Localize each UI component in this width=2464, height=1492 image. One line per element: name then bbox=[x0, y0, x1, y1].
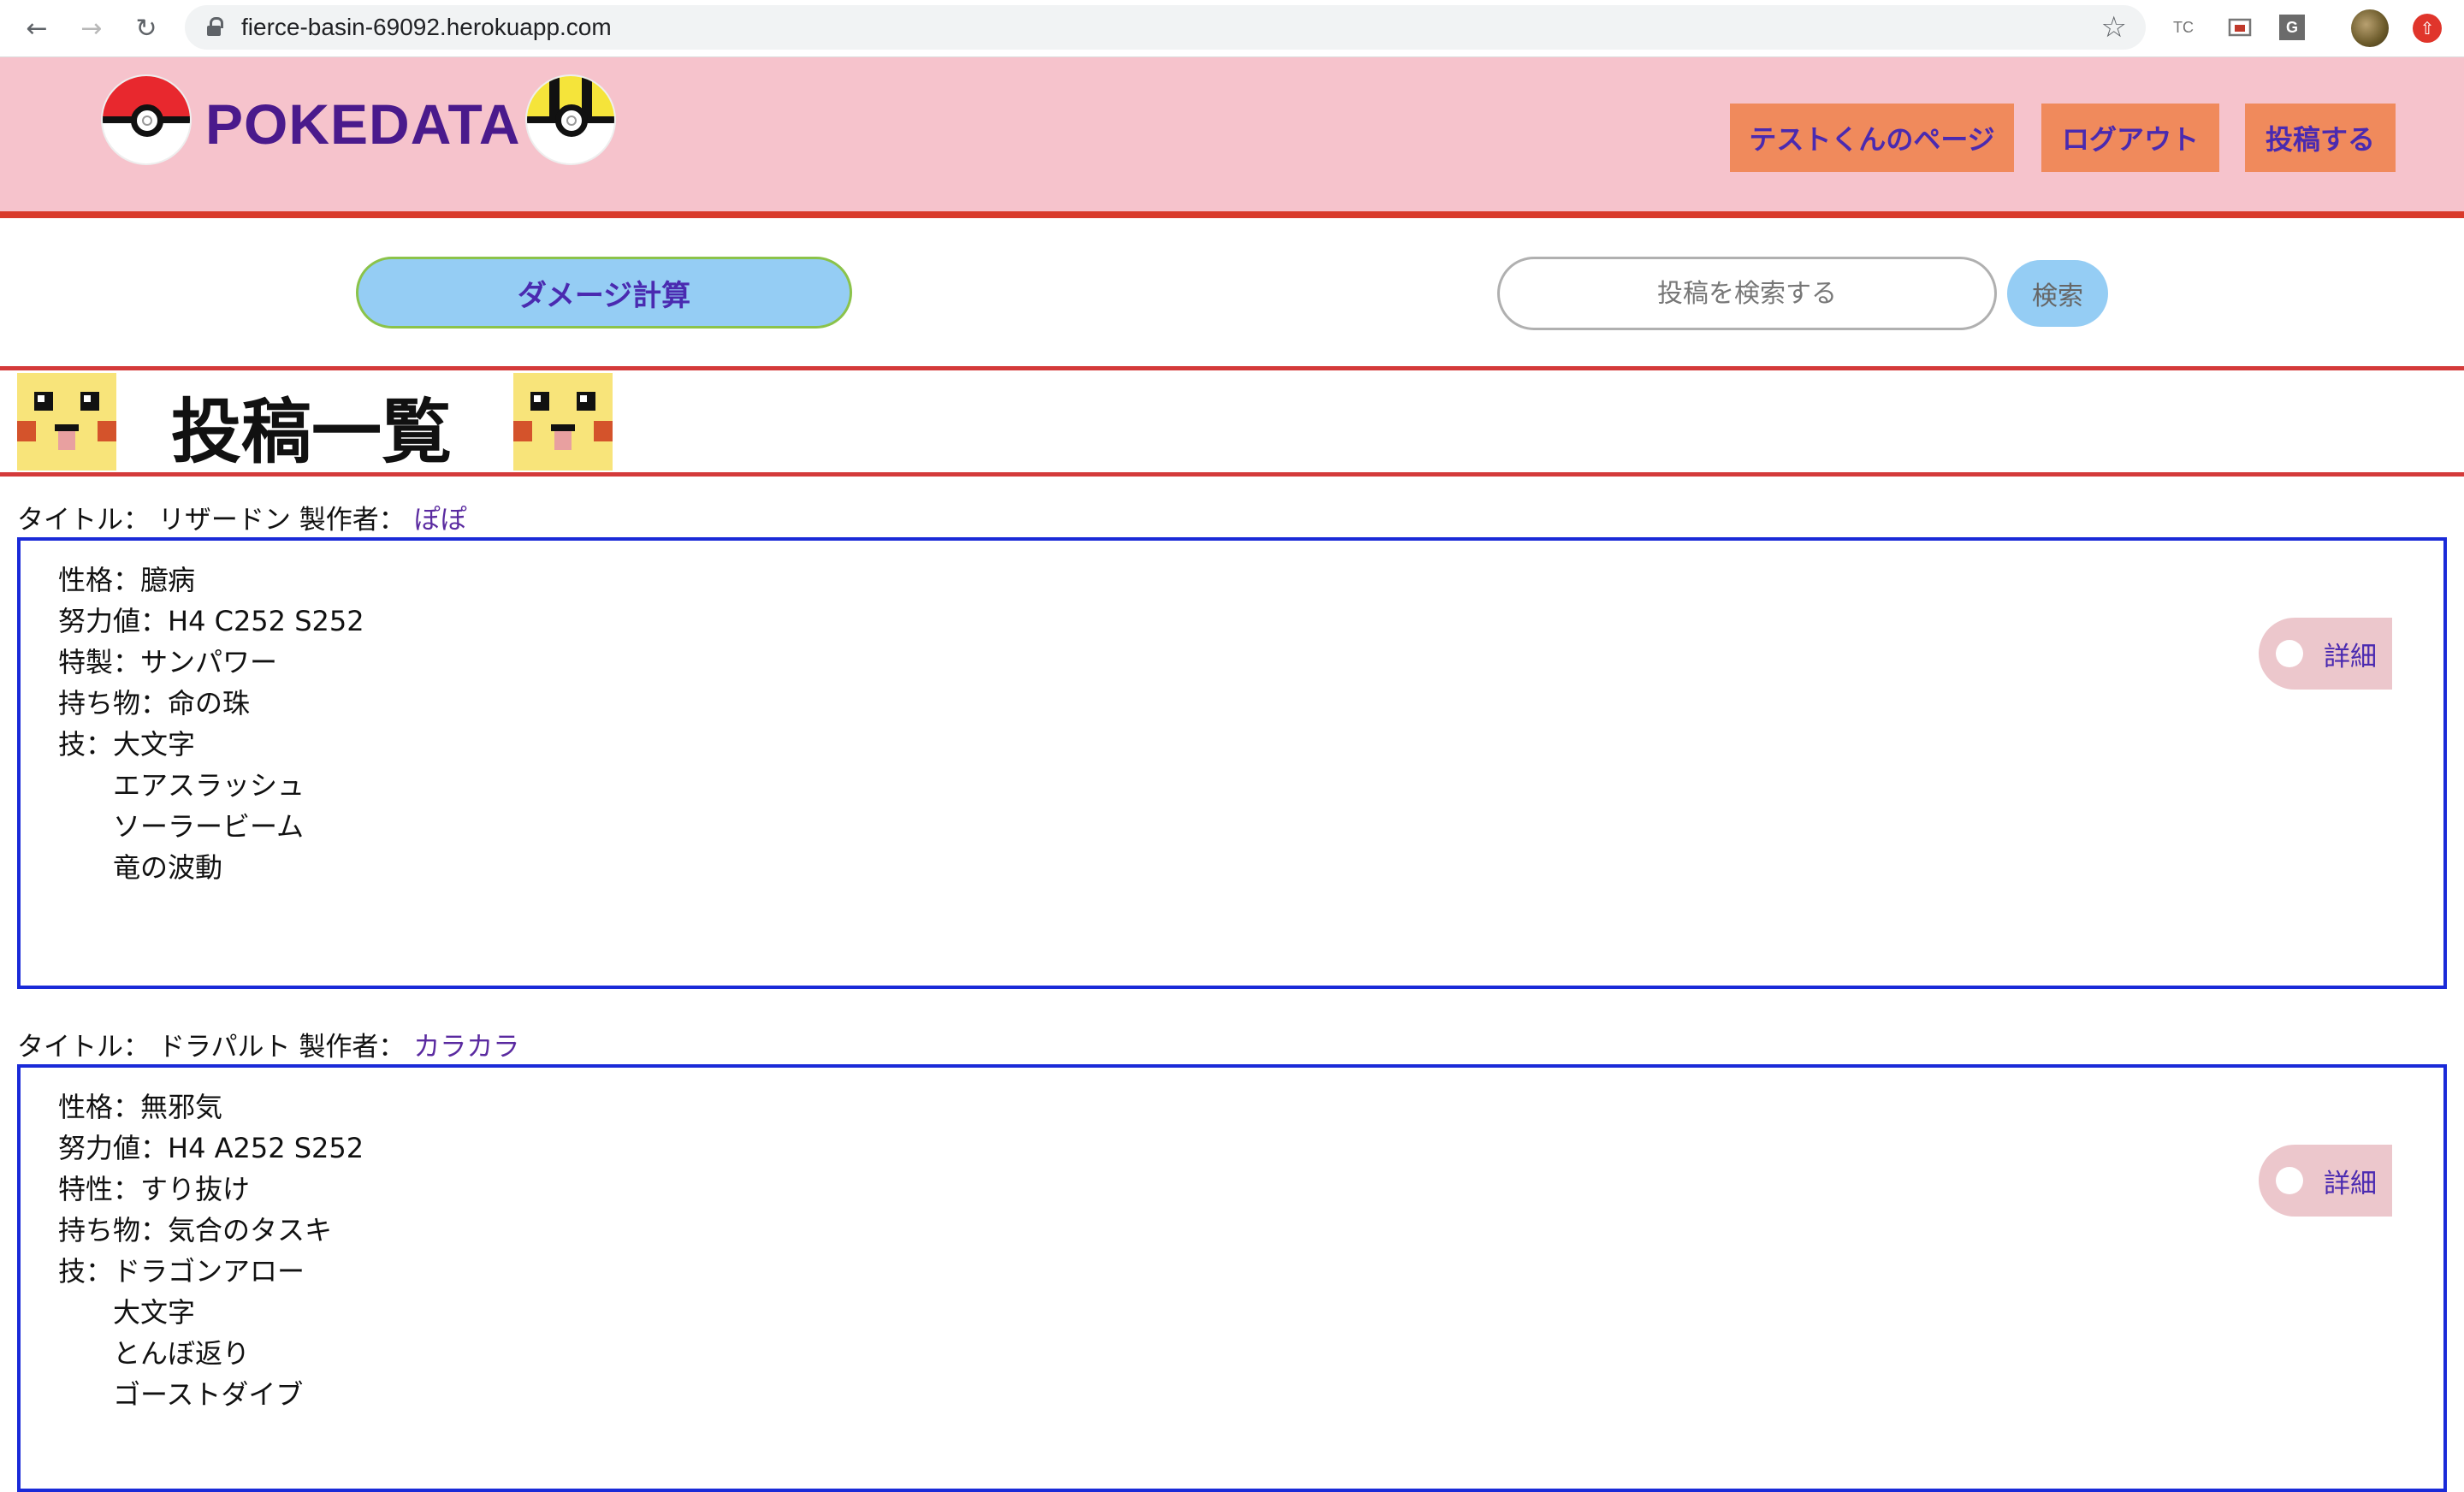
post-move-1: 技：ドラゴンアロー bbox=[58, 1255, 305, 1288]
new-post-button[interactable]: 投稿する bbox=[2245, 104, 2396, 172]
post-move-3: とんぼ返り bbox=[113, 1337, 251, 1370]
detail-button[interactable]: 詳細 bbox=[2259, 1145, 2392, 1217]
pikachu-icon bbox=[17, 373, 116, 471]
post-title: ドラパルト bbox=[157, 1032, 291, 1063]
detail-button[interactable]: 詳細 bbox=[2259, 618, 2392, 690]
post-move-4: ゴーストダイブ bbox=[113, 1378, 304, 1411]
forward-arrow-icon[interactable]: → bbox=[72, 9, 111, 48]
bookmark-star-icon[interactable]: ☆ bbox=[2101, 10, 2127, 44]
lock-icon bbox=[207, 17, 223, 36]
damage-calc-button[interactable]: ダメージ計算 bbox=[356, 257, 852, 329]
post-nature: 性格：臆病 bbox=[58, 564, 196, 596]
profile-avatar[interactable] bbox=[2351, 9, 2389, 47]
post-ability: 特性：すり抜け bbox=[58, 1173, 251, 1205]
back-arrow-icon[interactable]: ← bbox=[17, 9, 56, 48]
browser-toolbar: ← → ↻ fierce-basin-69092.herokuapp.com ☆… bbox=[0, 0, 2464, 57]
post-meta: タイトル： リザードン 製作者： ぽぽ bbox=[17, 505, 467, 536]
update-arrow-icon[interactable]: ⇧ bbox=[2413, 14, 2442, 43]
toggle-dot-icon bbox=[2276, 1167, 2303, 1194]
post-item: 持ち物：命の珠 bbox=[58, 687, 251, 719]
post-item: 持ち物：気合のタスキ bbox=[58, 1214, 333, 1246]
url-text: fierce-basin-69092.herokuapp.com bbox=[241, 14, 612, 40]
post-body: 性格：臆病 努力値：H4 C252 S252 特製：サンパワー 持ち物：命の珠 … bbox=[58, 560, 364, 888]
post-move-3: ソーラービーム bbox=[113, 810, 305, 843]
post-card: 性格：無邪気 努力値：H4 A252 S252 特性：すり抜け 持ち物：気合のタ… bbox=[17, 1064, 2447, 1492]
post-meta: タイトル： ドラパルト 製作者： カラカラ bbox=[17, 1032, 520, 1063]
search-input[interactable] bbox=[1497, 257, 1997, 330]
toggle-dot-icon bbox=[2276, 640, 2303, 667]
reload-icon[interactable]: ↻ bbox=[127, 9, 166, 48]
post-card: 性格：臆病 努力値：H4 C252 S252 特製：サンパワー 持ち物：命の珠 … bbox=[17, 537, 2447, 989]
extension-tc-icon[interactable]: TC bbox=[2168, 12, 2199, 43]
address-bar[interactable]: fierce-basin-69092.herokuapp.com ☆ bbox=[185, 5, 2146, 50]
search-button[interactable]: 検索 bbox=[2007, 260, 2108, 327]
post-nature: 性格：無邪気 bbox=[58, 1091, 223, 1123]
site-header: POKEDATA テストくんのページ ログアウト 投稿する bbox=[0, 57, 2464, 218]
post-author-link[interactable]: ぽぽ bbox=[414, 505, 467, 536]
post-move-4: 竜の波動 bbox=[113, 851, 223, 884]
post-move-2: 大文字 bbox=[113, 1296, 196, 1329]
ultraball-icon bbox=[525, 74, 616, 165]
divider-bottom bbox=[0, 472, 2464, 477]
logout-button[interactable]: ログアウト bbox=[2041, 104, 2219, 172]
my-page-button[interactable]: テストくんのページ bbox=[1730, 104, 2014, 172]
post-evs: 努力値：H4 C252 S252 bbox=[58, 605, 364, 637]
post-evs: 努力値：H4 A252 S252 bbox=[58, 1132, 364, 1164]
post-author-link[interactable]: カラカラ bbox=[413, 1032, 519, 1063]
pikachu-icon bbox=[513, 373, 613, 471]
post-body: 性格：無邪気 努力値：H4 A252 S252 特性：すり抜け 持ち物：気合のタ… bbox=[58, 1086, 364, 1415]
page-title: 投稿一覧 bbox=[171, 392, 453, 473]
post-move-2: エアスラッシュ bbox=[113, 769, 305, 802]
pokeball-icon bbox=[101, 74, 192, 165]
divider-top bbox=[0, 366, 2464, 370]
post-title: リザードン bbox=[157, 505, 291, 536]
extension-g-icon[interactable]: G bbox=[2279, 15, 2305, 40]
post-move-1: 技：大文字 bbox=[58, 728, 196, 761]
site-logo-text[interactable]: POKEDATA bbox=[205, 92, 521, 157]
extension-cast-icon[interactable] bbox=[2224, 12, 2255, 43]
post-ability: 特製：サンパワー bbox=[58, 646, 278, 678]
